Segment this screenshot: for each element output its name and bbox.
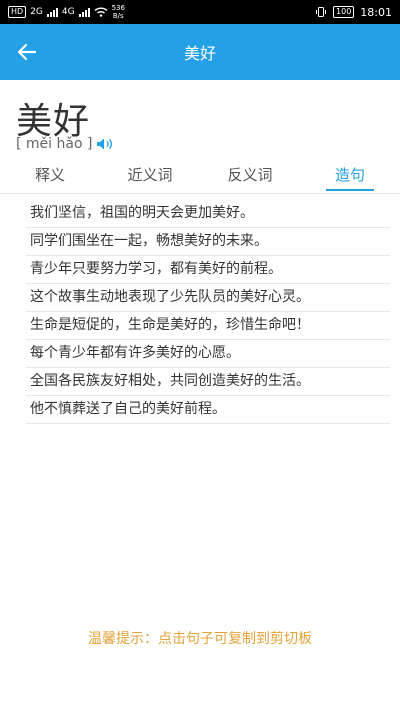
wifi-icon (94, 7, 108, 17)
pinyin-row: [ měi hǎo ] (16, 136, 114, 152)
vibrate-icon (316, 7, 327, 17)
net-speed-value: 536 (111, 4, 125, 12)
tab-synonyms[interactable]: 近义词 (100, 160, 200, 193)
status-bar: HD 2G 4G 536 B/s 100 18:01 (0, 0, 400, 24)
tab-antonyms[interactable]: 反义词 (200, 160, 300, 193)
sentence-item[interactable]: 青少年只要努力学习，都有美好的前程。 (26, 256, 390, 284)
back-button[interactable] (10, 36, 42, 68)
speaker-icon (97, 138, 113, 150)
network-4g-label: 4G (61, 7, 75, 17)
sentence-item[interactable]: 他不慎葬送了自己的美好前程。 (26, 396, 390, 424)
signal-icon (46, 7, 58, 17)
network-2g-label: 2G (30, 7, 43, 17)
status-left: HD 2G 4G 536 B/s (8, 4, 125, 20)
clock: 18:01 (360, 5, 392, 19)
signal-icon-2 (78, 7, 90, 17)
net-speed-unit: B/s (112, 12, 124, 20)
sentence-item[interactable]: 全国各民族友好相处，共同创造美好的生活。 (26, 368, 390, 396)
tab-definition[interactable]: 释义 (0, 160, 100, 193)
sentence-list: 我们坚信，祖国的明天会更加美好。 同学们围坐在一起，畅想美好的未来。 青少年只要… (26, 200, 390, 424)
hd-indicator: HD (8, 6, 27, 18)
sentence-item[interactable]: 生命是短促的，生命是美好的，珍惜生命吧！ (26, 312, 390, 340)
tab-example-sentences[interactable]: 造句 (300, 160, 400, 193)
sentence-item[interactable]: 我们坚信，祖国的明天会更加美好。 (26, 200, 390, 228)
speaker-button[interactable] (96, 136, 114, 152)
net-speed: 536 B/s (112, 4, 125, 20)
app-bar: 美好 (0, 24, 400, 80)
pinyin-text: [ měi hǎo ] (16, 136, 93, 152)
sentence-item[interactable]: 同学们围坐在一起，畅想美好的未来。 (26, 228, 390, 256)
status-right: 100 18:01 (315, 6, 392, 19)
sentence-item[interactable]: 这个故事生动地表现了少先队员的美好心灵。 (26, 284, 390, 312)
page-title: 美好 (183, 44, 216, 63)
copy-hint: 温馨提示：点击句子可复制到剪切板 (88, 631, 312, 647)
battery-icon: 100 (333, 6, 355, 18)
sentence-item[interactable]: 每个青少年都有许多美好的心愿。 (26, 340, 390, 368)
tab-bar: 释义 近义词 反义词 造句 (0, 160, 400, 194)
back-arrow-icon (17, 43, 36, 61)
